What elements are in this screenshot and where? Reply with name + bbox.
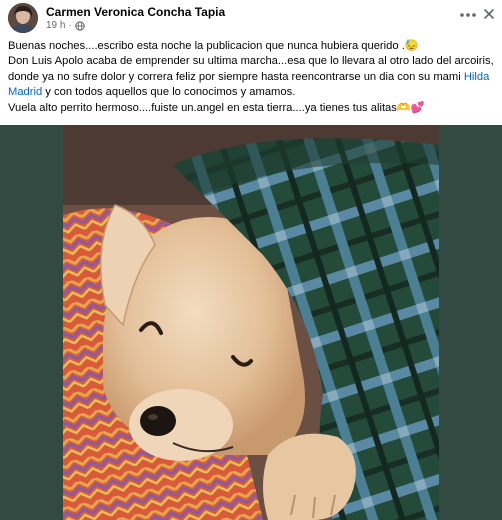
post-text-line: Vuela alto perrito hermoso....fuiste un.…	[8, 101, 498, 116]
text-segment: Buenas noches....escribo esta noche la p…	[8, 40, 405, 52]
close-icon[interactable]	[482, 7, 496, 21]
post-text-line: donde ya no sufre dolor y correra feliz …	[8, 70, 498, 85]
post-media[interactable]	[0, 125, 502, 520]
author-avatar[interactable]	[8, 3, 38, 33]
post-header: Carmen Veronica Concha Tapia 19 h ·	[0, 0, 502, 36]
post-text-line: Madrid y con todos aquellos que lo conoc…	[8, 85, 498, 100]
heart-hands-emoji: 🫶💕	[396, 101, 425, 114]
sad-face-emoji: 😓	[404, 40, 419, 52]
facebook-post: Carmen Veronica Concha Tapia 19 h · Buen…	[0, 0, 502, 520]
post-text-line: Don Luis Apolo acaba de emprender su ult…	[8, 54, 498, 69]
text-segment: donde ya no sufre dolor y correra feliz …	[8, 70, 464, 83]
globe-icon[interactable]	[75, 21, 85, 31]
text-segment: Don Luis Apolo acaba de emprender su ult…	[8, 55, 494, 68]
mention-link[interactable]: Madrid	[8, 86, 42, 98]
author-name[interactable]: Carmen Veronica Concha Tapia	[46, 5, 225, 19]
post-meta: 19 h ·	[46, 20, 85, 32]
mention-link[interactable]: Hilda	[464, 71, 490, 83]
more-options-icon[interactable]	[458, 7, 478, 23]
post-timestamp[interactable]: 19 h	[46, 20, 65, 32]
dog-photo[interactable]	[63, 125, 439, 520]
post-text-line: Buenas noches....escribo esta noche la p…	[8, 39, 498, 54]
text-segment: Vuela alto perrito hermoso....fuiste un.…	[8, 101, 397, 114]
post-text: Buenas noches....escribo esta noche la p…	[8, 39, 498, 116]
text-segment: y con todos aquellos que lo conocimos y …	[42, 86, 296, 99]
avatar-image	[8, 3, 38, 33]
dog-sleeping-image	[63, 125, 439, 520]
meta-separator: ·	[68, 20, 72, 31]
